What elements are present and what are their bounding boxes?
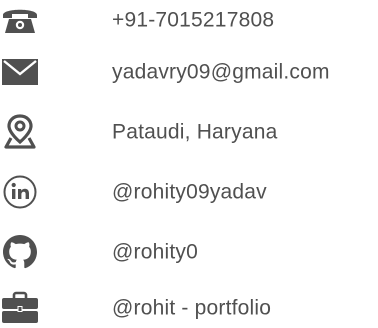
linkedin-link[interactable]: @rohity09yadav	[112, 182, 267, 203]
envelope-icon	[0, 52, 40, 92]
email-link[interactable]: yadavry09@gmail.com	[112, 62, 330, 83]
contact-phone: +91-7015217808	[0, 0, 378, 40]
contact-email[interactable]: yadavry09@gmail.com	[0, 52, 378, 92]
location-text: Pataudi, Haryana	[112, 120, 278, 144]
linkedin-icon	[0, 172, 40, 212]
contact-github[interactable]: @rohity0	[0, 232, 378, 272]
contact-location: Pataudi, Haryana	[0, 112, 378, 152]
location-pin-icon	[0, 112, 40, 152]
contact-linkedin[interactable]: @rohity09yadav	[0, 172, 378, 212]
github-link[interactable]: @rohity0	[112, 242, 198, 263]
github-icon	[0, 232, 40, 272]
phone-number: +91-7015217808	[112, 8, 275, 32]
contact-portfolio[interactable]: @rohit - portfolio	[0, 288, 378, 328]
briefcase-icon	[0, 288, 40, 328]
portfolio-link[interactable]: @rohit - portfolio	[112, 298, 271, 319]
telephone-icon	[0, 0, 40, 40]
contact-list: +91-7015217808 yadavry09@gmail.com Patau…	[0, 0, 378, 327]
